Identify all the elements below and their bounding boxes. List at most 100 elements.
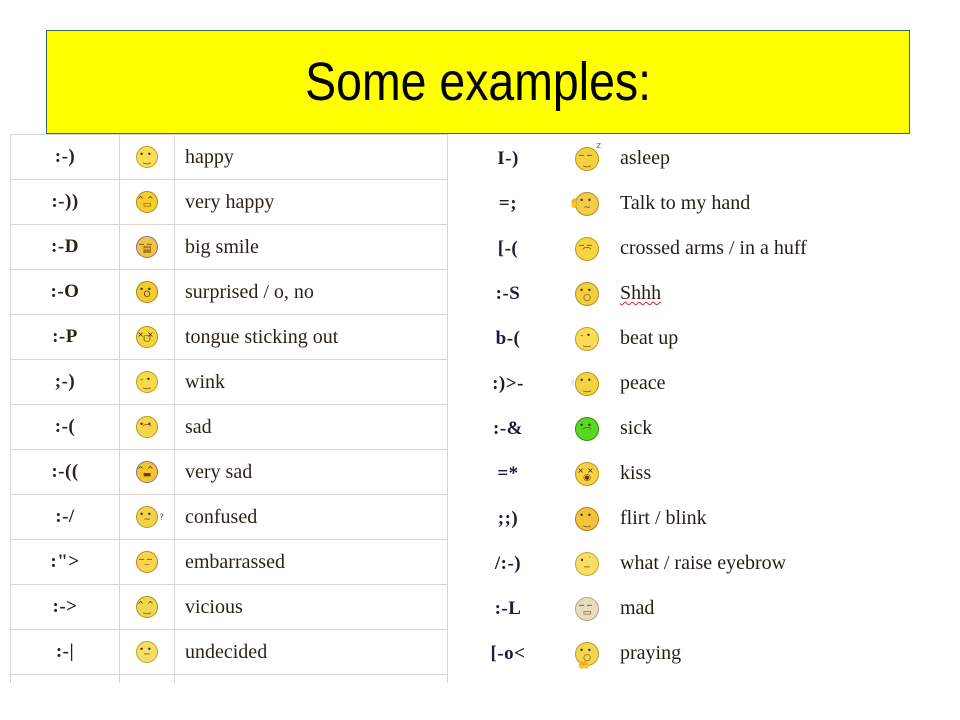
emoticon-icon-cell: ^^ ▭	[119, 179, 175, 225]
page-title: Some examples:	[305, 52, 651, 112]
face-decoration: ☝	[581, 299, 587, 310]
face-eyes: •˙	[579, 555, 595, 565]
list-item: :-S •• ○ ☝ Shhh	[462, 271, 952, 316]
left-emoticon-table: :-) •• ‿ happy:-)) ^^ ▭ very happy:-D ── ▤ big sm…	[10, 134, 448, 683]
face-mouth: O	[143, 290, 151, 300]
smiley-tongue-icon: ×× ᗜ	[136, 326, 158, 348]
face-decoration: ✋	[569, 198, 581, 209]
emoticon-icon: ── ▭	[554, 596, 620, 621]
emoticon-description-cell: big smile	[174, 224, 448, 270]
table-row: :-P ×× ᗜ tongue sticking out	[10, 314, 448, 360]
face-eyes: ──	[579, 600, 595, 610]
face-eyes: ••	[579, 645, 595, 655]
emoticon-icon-cell: ── ▤	[119, 224, 175, 270]
table-row: :-) •• ‿ happy	[10, 134, 448, 180]
right-emoticon-table: I-) ── ‿ z asleep =; •• ~ ✋ Talk to my hand [-(── ⌒…	[462, 136, 952, 676]
emoticon-icon-cell: -• ‿	[119, 359, 175, 405]
table-row: :-(•• ⌒ sad	[10, 404, 448, 450]
emoticon-icon: •• ‿ ✌	[554, 371, 620, 396]
emoticon-icon: ── ⌒	[554, 236, 620, 261]
title-banner: Some examples:	[46, 30, 910, 134]
table-row: :-| •• ─ undecided	[10, 629, 448, 675]
emoticon-code: b-(	[495, 327, 521, 349]
emoticon-description-cell: tongue sticking out	[174, 314, 448, 360]
face-mouth: ‿	[583, 157, 591, 168]
face-mouth: ‿	[143, 380, 151, 390]
list-item: =; •• ~ ✋ Talk to my hand	[462, 181, 952, 226]
emoticon-description-cell: very sad	[174, 449, 448, 495]
smiley-mad-icon: ── ▭	[575, 596, 599, 621]
smiley-very-sad-icon: ^^ ▬	[136, 461, 158, 483]
emoticon-description-cell: vicious	[174, 584, 448, 630]
emoticon-description-misspelled: Shhh	[620, 282, 662, 304]
list-item: ;;) •• ‿ flirt / blink	[462, 496, 952, 541]
emoticon-icon: •˙ ─	[554, 551, 620, 576]
emoticon-description: what / raise eyebrow	[620, 552, 787, 574]
face-decoration: ?	[159, 513, 164, 523]
emoticon-code: I-)	[497, 147, 519, 169]
emoticon-icon: •• ~ ✋	[554, 191, 620, 216]
face-mouth: ⌒	[142, 425, 152, 435]
emoticon-description-cell: surprised / o, no	[174, 269, 448, 315]
smiley-surprised-icon: •• O	[136, 281, 158, 303]
emoticon-icon-cell: ^^ ‿	[119, 584, 175, 630]
list-item: /:-) •˙ ─ what / raise eyebrow	[462, 541, 952, 586]
smiley-kiss-icon: ×× ◉	[575, 461, 599, 486]
partial-cell	[119, 674, 175, 683]
face-mouth: ▤	[142, 245, 152, 255]
table-row: :-> ^^ ‿ vicious	[10, 584, 448, 630]
emoticon-description: praying	[620, 642, 682, 664]
list-item: :-L ── ▭ mad	[462, 586, 952, 631]
face-mouth: ~	[143, 515, 151, 525]
smiley-beat-up-icon: -• ‿	[575, 326, 599, 351]
face-eyes: ──	[579, 150, 595, 160]
list-item: [-(── ⌒ crossed arms / in a huff	[462, 226, 952, 271]
smiley-raise-eyebrow-icon: •˙ ─	[575, 551, 599, 576]
emoticon-icon: ── ‿ z	[554, 141, 620, 171]
emoticon-code: :-&	[493, 417, 523, 439]
list-item: [-o< •• ○ 🤲 praying	[462, 631, 952, 676]
face-mouth: ▭	[142, 200, 152, 210]
emoticon-description: flirt / blink	[620, 507, 707, 529]
emoticon-description: peace	[620, 372, 666, 394]
table-row: :-/ •• ~? confused	[10, 494, 448, 540]
face-mouth: ▭	[582, 607, 592, 618]
emoticon-description: beat up	[620, 327, 679, 349]
smiley-undecided-icon: •• ─	[136, 641, 158, 663]
emoticon-icon: -• ‿	[554, 326, 620, 351]
emoticon-code-cell: :-((	[10, 449, 120, 495]
smiley-asleep-icon: ── ‿ z	[575, 141, 601, 171]
face-mouth: ‿	[583, 337, 591, 348]
emoticon-icon-cell: •• ~?	[119, 494, 175, 540]
face-eyes: ××	[577, 465, 597, 475]
emoticon-code-cell: :-O	[10, 269, 120, 315]
smiley-flirt-icon: •• ‿	[575, 506, 599, 531]
list-item: :-& •• ⌒ sick	[462, 406, 952, 451]
smiley-embarrassed-icon: ── ⌣	[136, 551, 158, 573]
emoticon-code-cell: :-))	[10, 179, 120, 225]
emoticon-description: Talk to my hand	[620, 192, 751, 214]
emoticon-icon-cell: ^^ ▬	[119, 449, 175, 495]
smiley-vicious-icon: ^^ ‿	[136, 596, 158, 618]
face-mouth: ◉	[583, 472, 591, 483]
emoticon-icon-cell: ── ⌣	[119, 539, 175, 585]
emoticon-code-cell: :-D	[10, 224, 120, 270]
table-row: :-)) ^^ ▭ very happy	[10, 179, 448, 225]
face-decoration: z	[596, 140, 601, 151]
emoticon-code: :-L	[494, 597, 522, 619]
emoticon-icon-cell: •• ‿	[119, 134, 175, 180]
emoticon-code-cell: :">	[10, 539, 120, 585]
face-mouth: ▬	[142, 470, 152, 480]
emoticon-description: kiss	[620, 462, 652, 484]
smiley-confused-icon: •• ~?	[136, 506, 164, 528]
emoticon-code: =;	[498, 192, 518, 214]
emoticon-description-cell: undecided	[174, 629, 448, 675]
smiley-shhh-icon: •• ○ ☝	[575, 281, 599, 309]
smiley-sick-icon: •• ⌒	[575, 416, 599, 441]
face-mouth: ‿	[143, 155, 151, 165]
emoticon-icon-cell: ×× ᗜ	[119, 314, 175, 360]
face-eyes: -•	[580, 330, 594, 340]
emoticon-icon: ×× ◉	[554, 461, 620, 486]
smiley-talk-to-hand-icon: •• ~ ✋	[569, 191, 599, 216]
emoticon-code-cell: :-/	[10, 494, 120, 540]
